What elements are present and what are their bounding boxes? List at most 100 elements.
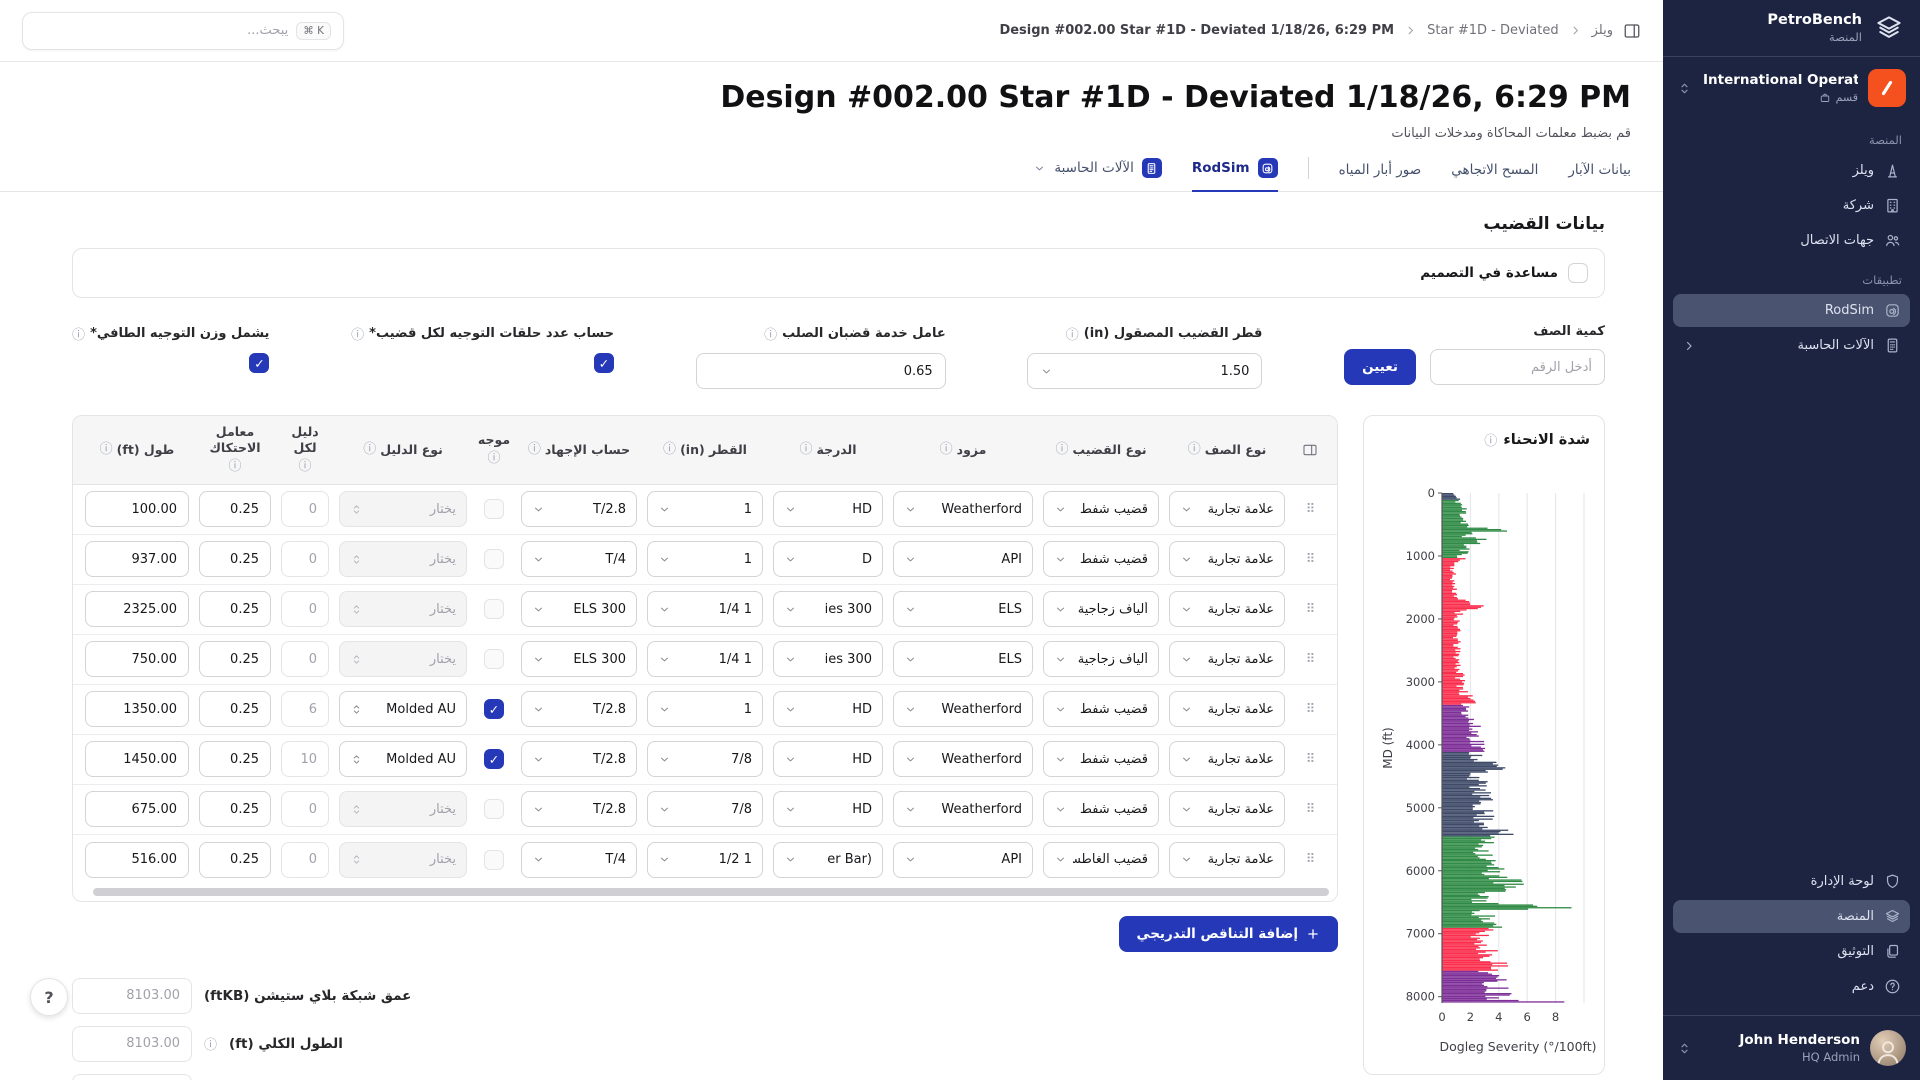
- panel-toggle-icon[interactable]: [1623, 22, 1641, 40]
- grade-select[interactable]: HD: [773, 791, 883, 827]
- length-input[interactable]: 2325.00: [85, 591, 189, 627]
- diameter-select[interactable]: 7/8: [647, 791, 763, 827]
- stress-calc-select[interactable]: T/2.8: [521, 791, 637, 827]
- row-type-select[interactable]: علامة تجارية: [1169, 741, 1285, 777]
- drag-handle-icon[interactable]: ⠿: [1295, 652, 1325, 667]
- service-factor-input[interactable]: 0.65: [696, 353, 946, 389]
- friction-coeff-input[interactable]: 0.25: [199, 741, 271, 777]
- sidebar-item-1-1[interactable]: الآلات الحاسبة: [1673, 329, 1910, 362]
- vendor-select[interactable]: Weatherford: [893, 691, 1033, 727]
- rod-type-select[interactable]: ألياف زجاجية: [1043, 641, 1159, 677]
- user-menu[interactable]: John Henderson HQ Admin: [1663, 1015, 1920, 1080]
- vendor-select[interactable]: Weatherford: [893, 791, 1033, 827]
- stress-calc-select[interactable]: T/2.8: [521, 741, 637, 777]
- design-assist-checkbox[interactable]: [1568, 263, 1588, 283]
- length-input[interactable]: 1450.00: [85, 741, 189, 777]
- sidebar-footer-item-0[interactable]: لوحة الإدارة: [1673, 865, 1910, 898]
- guided-checkbox[interactable]: [484, 850, 504, 870]
- sidebar-footer-item-3[interactable]: دعم: [1673, 970, 1910, 1003]
- info-icon[interactable]: ⓘ: [72, 324, 85, 343]
- info-icon[interactable]: ⓘ: [100, 442, 113, 458]
- total-field-input[interactable]: [72, 1074, 192, 1080]
- vendor-select[interactable]: ELS: [893, 641, 1033, 677]
- vendor-select[interactable]: Weatherford: [893, 491, 1033, 527]
- guides-per-input[interactable]: 10: [281, 741, 329, 777]
- guided-checkbox[interactable]: [484, 799, 504, 819]
- friction-coeff-input[interactable]: 0.25: [199, 491, 271, 527]
- breadcrumb-item[interactable]: ويلز: [1592, 23, 1613, 38]
- guides-per-input[interactable]: 0: [281, 491, 329, 527]
- row-type-select[interactable]: علامة تجارية: [1169, 491, 1285, 527]
- calc-guides-checkbox[interactable]: [594, 353, 614, 373]
- info-icon[interactable]: ⓘ: [229, 459, 242, 475]
- friction-coeff-input[interactable]: 0.25: [199, 641, 271, 677]
- length-input[interactable]: 100.00: [85, 491, 189, 527]
- row-type-select[interactable]: علامة تجارية: [1169, 791, 1285, 827]
- info-icon[interactable]: ⓘ: [1055, 442, 1068, 458]
- guides-per-input[interactable]: 6: [281, 691, 329, 727]
- tab-بيانات-الآبار[interactable]: بيانات الآبار: [1568, 162, 1631, 192]
- length-input[interactable]: 1350.00: [85, 691, 189, 727]
- rod-type-select[interactable]: ألياف زجاجية: [1043, 591, 1159, 627]
- sidebar-item-1-0[interactable]: RodSim: [1673, 294, 1910, 327]
- total-field-input[interactable]: 8103.00: [72, 1026, 192, 1062]
- grade-select[interactable]: ies 300: [773, 591, 883, 627]
- sidebar-item-0-1[interactable]: شركة: [1673, 189, 1910, 222]
- guided-checkbox[interactable]: [484, 749, 504, 769]
- table-scrollbar-thumb[interactable]: [93, 888, 1329, 896]
- tab-صور-أبار-المياه[interactable]: صور أبار المياه: [1339, 162, 1422, 192]
- stress-calc-select[interactable]: T/4: [521, 541, 637, 577]
- friction-coeff-input[interactable]: 0.25: [199, 541, 271, 577]
- guided-checkbox[interactable]: [484, 599, 504, 619]
- guides-per-input[interactable]: 0: [281, 842, 329, 878]
- stress-calc-select[interactable]: T/2.8: [521, 691, 637, 727]
- vendor-select[interactable]: API: [893, 541, 1033, 577]
- guides-per-input[interactable]: 0: [281, 541, 329, 577]
- stress-calc-select[interactable]: T/4: [521, 842, 637, 878]
- polished-diameter-select[interactable]: 1.50: [1027, 353, 1262, 389]
- sidebar-item-0-0[interactable]: ويلز: [1673, 154, 1910, 187]
- drag-handle-icon[interactable]: ⠿: [1295, 552, 1325, 567]
- diameter-select[interactable]: 1 1/4: [647, 641, 763, 677]
- grade-select[interactable]: HD: [773, 691, 883, 727]
- grade-select[interactable]: ies 300: [773, 641, 883, 677]
- info-icon[interactable]: ⓘ: [1188, 442, 1201, 458]
- guided-checkbox[interactable]: [484, 499, 504, 519]
- diameter-select[interactable]: 1: [647, 541, 763, 577]
- guide-type-select[interactable]: Molded AU: [339, 741, 467, 777]
- info-icon[interactable]: ⓘ: [488, 451, 501, 467]
- grade-select[interactable]: D: [773, 541, 883, 577]
- drag-handle-icon[interactable]: ⠿: [1295, 702, 1325, 717]
- tab-الآلات-الحاسبة[interactable]: الآلات الحاسبة: [1033, 158, 1161, 192]
- friction-coeff-input[interactable]: 0.25: [199, 842, 271, 878]
- stress-calc-select[interactable]: ELS 300: [521, 591, 637, 627]
- breadcrumb-item[interactable]: Star #1D - Deviated: [1427, 23, 1559, 38]
- sidebar-footer-item-1[interactable]: المنصة: [1673, 900, 1910, 933]
- drag-handle-icon[interactable]: ⠿: [1295, 802, 1325, 817]
- info-icon[interactable]: ⓘ: [663, 442, 676, 458]
- grade-select[interactable]: HD: [773, 741, 883, 777]
- friction-coeff-input[interactable]: 0.25: [199, 591, 271, 627]
- length-input[interactable]: 516.00: [85, 842, 189, 878]
- rod-type-select[interactable]: قضيب شفط: [1043, 541, 1159, 577]
- vendor-select[interactable]: Weatherford: [893, 741, 1033, 777]
- row-type-select[interactable]: علامة تجارية: [1169, 842, 1285, 878]
- sidebar-footer-item-2[interactable]: التوثيق: [1673, 935, 1910, 968]
- info-icon[interactable]: ⓘ: [800, 442, 813, 458]
- row-type-select[interactable]: علامة تجارية: [1169, 641, 1285, 677]
- guided-checkbox[interactable]: [484, 549, 504, 569]
- vendor-select[interactable]: ELS: [893, 591, 1033, 627]
- sidebar-item-0-2[interactable]: جهات الاتصال: [1673, 224, 1910, 257]
- info-icon[interactable]: ⓘ: [1484, 430, 1497, 449]
- stress-calc-select[interactable]: T/2.8: [521, 491, 637, 527]
- info-icon[interactable]: ⓘ: [299, 459, 312, 475]
- breadcrumb-item[interactable]: Design #002.00 Star #1D - Deviated 1/18/…: [999, 23, 1394, 38]
- include-weight-checkbox[interactable]: [249, 353, 269, 373]
- drag-handle-icon[interactable]: ⠿: [1295, 502, 1325, 517]
- tab-المسح-الاتجاهي[interactable]: المسح الاتجاهي: [1451, 162, 1538, 192]
- drag-handle-icon[interactable]: ⠿: [1295, 852, 1325, 867]
- rod-type-select[interactable]: قضيب شفط: [1043, 691, 1159, 727]
- guided-checkbox[interactable]: [484, 699, 504, 719]
- friction-coeff-input[interactable]: 0.25: [199, 691, 271, 727]
- guides-per-input[interactable]: 0: [281, 641, 329, 677]
